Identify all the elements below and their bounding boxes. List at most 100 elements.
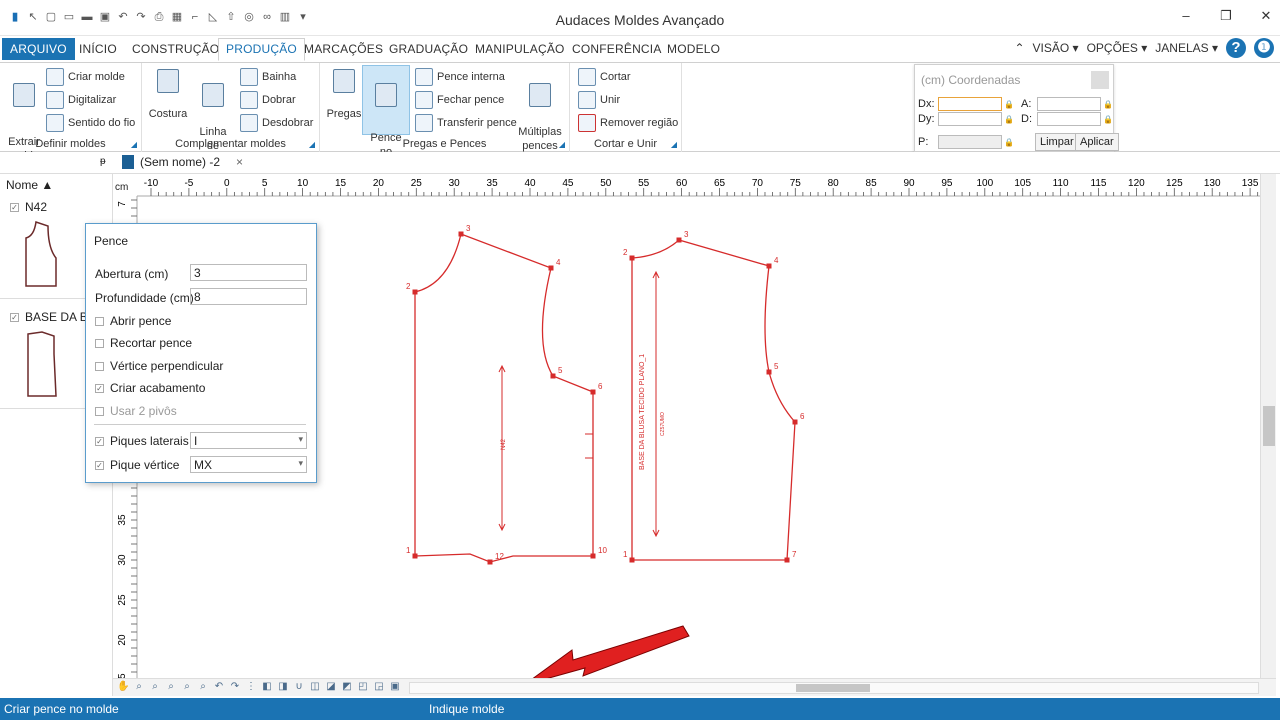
vertex-point[interactable]: [766, 263, 772, 269]
tab-construcao[interactable]: CONSTRUÇÃO: [132, 42, 219, 56]
digitalizar-button[interactable]: Digitalizar: [46, 91, 116, 109]
vertex-point[interactable]: [590, 389, 596, 395]
unir-button[interactable]: Unir: [578, 91, 620, 109]
vertex-point[interactable]: [412, 553, 418, 559]
limpar-button[interactable]: Limpar: [1035, 133, 1079, 151]
menu-opcoes[interactable]: OPÇÕES ▾: [1087, 41, 1148, 55]
checkbox-unchecked[interactable]: [95, 316, 104, 326]
recortar-pence-checkbox[interactable]: Recortar pence: [95, 336, 192, 350]
pattern-thumbnail[interactable]: [20, 218, 70, 290]
tool-b-icon[interactable]: ◪: [325, 681, 337, 693]
usar-2-pivos-checkbox[interactable]: Usar 2 pivôs: [95, 404, 177, 418]
undo-view-icon[interactable]: ↶: [213, 681, 225, 693]
horizontal-scrollbar[interactable]: [409, 682, 1259, 694]
coordinates-close-icon[interactable]: [1091, 71, 1109, 89]
vertex-point[interactable]: [629, 255, 635, 261]
checkbox-checked[interactable]: ✓: [10, 312, 19, 322]
snap-icon[interactable]: ◧: [261, 681, 273, 693]
vertex-point[interactable]: [487, 559, 493, 565]
scrollbar-thumb[interactable]: [796, 684, 870, 692]
tab-manipulacao[interactable]: MANIPULAÇÃO: [475, 42, 565, 56]
name-column-header[interactable]: Nome ▲: [6, 178, 53, 192]
a-field[interactable]: [1037, 97, 1101, 111]
checkbox-unchecked[interactable]: [95, 361, 104, 371]
abrir-pence-checkbox[interactable]: Abrir pence: [95, 314, 171, 328]
tab-marcacoes[interactable]: MARCAÇÕES: [304, 42, 383, 56]
p-field[interactable]: [938, 135, 1002, 149]
vertice-perpendicular-checkbox[interactable]: Vértice perpendicular: [95, 359, 223, 373]
vertex-point[interactable]: [629, 557, 635, 563]
desdobrar-button[interactable]: Desdobrar: [240, 114, 313, 132]
cortar-button[interactable]: Cortar: [578, 68, 631, 86]
dialog-launcher-icon[interactable]: ◢: [131, 140, 137, 149]
sentido-fio-button[interactable]: Sentido do fio: [46, 114, 135, 132]
tab-arquivo[interactable]: ARQUIVO: [2, 38, 75, 60]
collapse-ribbon-icon[interactable]: ⌃: [1014, 41, 1024, 55]
lock-icon[interactable]: 🔒: [1004, 100, 1014, 109]
zoom-icon[interactable]: ⌕: [133, 681, 145, 693]
grid-toggle-icon[interactable]: ⋮: [245, 681, 257, 693]
piques-laterais-select[interactable]: I: [190, 432, 307, 449]
tab-inicio[interactable]: INÍCIO: [79, 42, 117, 56]
pique-vertice-select[interactable]: MX: [190, 456, 307, 473]
checkbox-checked[interactable]: ✓: [95, 460, 104, 470]
tool-d-icon[interactable]: ◰: [357, 681, 369, 693]
vertex-point[interactable]: [550, 373, 556, 379]
lock-icon[interactable]: 🔒: [1103, 100, 1113, 109]
redo-view-icon[interactable]: ↷: [229, 681, 241, 693]
checkbox-disabled[interactable]: [95, 406, 104, 416]
tool-c-icon[interactable]: ◩: [341, 681, 353, 693]
costura-button[interactable]: Costura: [148, 69, 188, 120]
lock-icon[interactable]: 🔒: [1004, 115, 1014, 124]
dialog-launcher-icon[interactable]: ◢: [559, 140, 565, 149]
tab-graduacao[interactable]: GRADUAÇÃO: [389, 42, 468, 56]
pattern-thumbnail[interactable]: [20, 328, 70, 400]
lock-icon[interactable]: 🔒: [1103, 115, 1113, 124]
lock-icon[interactable]: 🔒: [1004, 138, 1014, 147]
dialog-launcher-icon[interactable]: ◢: [671, 140, 677, 149]
abertura-input[interactable]: 3: [190, 264, 307, 281]
pence-contorno-button[interactable]: Pence no contorno: [362, 65, 410, 172]
zoom-in-icon[interactable]: ⌕: [165, 681, 177, 693]
pregas-button[interactable]: Pregas: [326, 69, 362, 120]
close-tab-icon[interactable]: ×: [236, 155, 243, 169]
layer-icon[interactable]: ◨: [277, 681, 289, 693]
transferir-pence-button[interactable]: Transferir pence: [415, 114, 517, 132]
dy-field[interactable]: [938, 112, 1002, 126]
vertex-point[interactable]: [766, 369, 772, 375]
vertex-point[interactable]: [792, 419, 798, 425]
profundidade-input[interactable]: 8: [190, 288, 307, 305]
tab-modelo[interactable]: MODELO: [667, 42, 720, 56]
dx-field[interactable]: [938, 97, 1002, 111]
list-item[interactable]: ✓ BASE DA B: [10, 310, 88, 324]
criar-molde-button[interactable]: Criar molde: [46, 68, 125, 86]
vertex-point[interactable]: [676, 237, 682, 243]
zoom-fit-icon[interactable]: ⌕: [197, 681, 209, 693]
checkbox-checked[interactable]: ✓: [95, 383, 104, 393]
fechar-pence-button[interactable]: Fechar pence: [415, 91, 504, 109]
minimize-icon[interactable]: –: [1180, 8, 1192, 24]
info-icon[interactable]: ❶: [1254, 38, 1274, 58]
menu-visao[interactable]: VISÃO ▾: [1033, 41, 1079, 55]
aplicar-button[interactable]: Aplicar: [1075, 133, 1119, 151]
d-field[interactable]: [1037, 112, 1101, 126]
list-item[interactable]: ✓ N42: [10, 200, 47, 214]
pattern-piece-back[interactable]: [414, 233, 594, 563]
tab-conferencia[interactable]: CONFERÊNCIA: [572, 42, 662, 56]
menu-janelas[interactable]: JANELAS ▾: [1155, 41, 1218, 55]
vertex-point[interactable]: [412, 289, 418, 295]
piques-laterais-checkbox[interactable]: ✓ Piques laterais: [95, 434, 189, 448]
help-icon[interactable]: ?: [1226, 38, 1246, 58]
remover-regiao-button[interactable]: Remover região: [578, 114, 678, 132]
zoom-window-icon[interactable]: ⌕: [181, 681, 193, 693]
pin-icon[interactable]: ᵽ: [100, 156, 106, 167]
checkbox-checked[interactable]: ✓: [95, 436, 104, 446]
document-tab[interactable]: (Sem nome) -2 ×: [122, 155, 243, 169]
criar-acabamento-checkbox[interactable]: ✓ Criar acabamento: [95, 381, 205, 395]
vertex-point[interactable]: [590, 553, 596, 559]
tab-producao[interactable]: PRODUÇÃO: [218, 38, 305, 61]
bainha-button[interactable]: Bainha: [240, 68, 296, 86]
checkbox-unchecked[interactable]: [95, 338, 104, 348]
close-icon[interactable]: ✕: [1260, 8, 1272, 24]
checkbox-checked[interactable]: ✓: [10, 202, 19, 212]
